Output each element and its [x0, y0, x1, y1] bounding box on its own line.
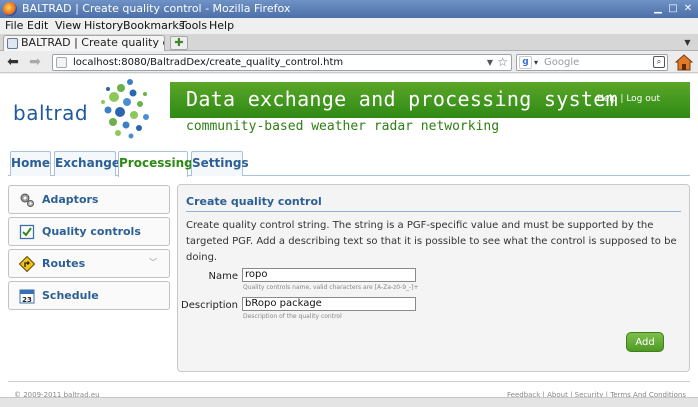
forward-arrow-icon[interactable]: ➡ — [26, 54, 44, 70]
create-quality-control-panel: Create quality control Create quality co… — [177, 184, 690, 372]
search-placeholder[interactable]: Google — [544, 56, 579, 70]
search-go-icon[interactable]: ⌕ — [653, 56, 665, 68]
history-dropdown-icon[interactable]: ▼ — [487, 56, 493, 70]
header-links: Help | Log out — [597, 92, 660, 106]
checkbox-icon — [19, 224, 35, 240]
calendar-icon: 23 — [19, 289, 35, 304]
sidebar-item-quality-controls[interactable]: Quality controls — [8, 217, 170, 246]
menu-help[interactable]: Help — [209, 19, 234, 33]
logout-link[interactable]: Log out — [626, 94, 660, 104]
search-bar[interactable]: g ▾ Google ⌕ — [516, 54, 668, 71]
panel-heading: Create quality control — [186, 195, 681, 212]
sidebar-item-adaptors[interactable]: Adaptors — [8, 185, 170, 214]
menu-file[interactable]: File — [5, 19, 23, 33]
minimize-icon[interactable]: ▁ — [652, 3, 664, 15]
back-arrow-icon[interactable]: ⬅ — [4, 54, 22, 70]
sidebar-item-routes[interactable]: Routes ﹀ — [8, 249, 170, 278]
description-field[interactable]: bRopo package — [242, 297, 416, 311]
panel-description: Create quality control string. The strin… — [186, 220, 677, 263]
menu-edit[interactable]: Edit — [27, 19, 48, 33]
banner-title: Data exchange and processing system — [186, 87, 618, 111]
chevron-down-icon[interactable]: ﹀ — [149, 257, 157, 268]
page-favicon-icon — [7, 38, 18, 49]
maximize-icon[interactable]: □ — [667, 3, 679, 15]
description-label: Description — [181, 300, 238, 311]
sidebar-item-label: Quality controls — [42, 225, 141, 238]
web-page: baltrad Data exchange and processing sys… — [0, 74, 698, 407]
bookmark-star-icon[interactable]: ☆ — [497, 55, 508, 70]
name-field[interactable]: ropo — [242, 268, 416, 282]
navigation-toolbar: ⬅ ➡ localhost:8080/BaltradDex/create_qua… — [0, 52, 698, 73]
firefox-icon — [3, 2, 17, 16]
name-hint: Quality controls name, valid characters … — [243, 284, 419, 291]
menu-view[interactable]: View — [55, 19, 81, 33]
sidebar-item-label: Adaptors — [42, 193, 99, 206]
close-icon[interactable]: ✕ — [682, 3, 694, 15]
tab-processing[interactable]: Processing — [118, 151, 193, 177]
google-engine-icon[interactable]: g — [519, 56, 532, 69]
address-url[interactable]: localhost:8080/BaltradDex/create_quality… — [73, 56, 343, 70]
menu-tools[interactable]: Tools — [180, 19, 207, 33]
name-label: Name — [208, 271, 238, 282]
tagline: community-based weather radar networking — [186, 119, 500, 134]
site-identity-icon[interactable] — [56, 57, 67, 68]
address-bar[interactable]: localhost:8080/BaltradDex/create_quality… — [52, 54, 512, 71]
new-tab-button[interactable]: ✚ — [170, 36, 188, 50]
browser-tab[interactable]: BALTRAD | Create quality control — [3, 35, 165, 51]
description-hint: Description of the quality control — [243, 313, 342, 320]
tab-settings[interactable]: Settings — [191, 151, 249, 176]
home-icon[interactable] — [675, 54, 693, 71]
sidebar-item-label: Schedule — [42, 289, 99, 302]
logo-text: baltrad — [13, 101, 89, 125]
tab-exchange[interactable]: Exchange — [54, 151, 120, 176]
sidebar-item-label: Routes — [42, 257, 86, 270]
main-tabs: Home Exchange Processing Settings — [8, 151, 690, 177]
tab-list-icon[interactable]: ▼ — [681, 36, 694, 49]
menu-bar: File Edit View History Bookmarks Tools H… — [0, 18, 698, 34]
window-title-bar: BALTRAD | Create quality control - Mozil… — [0, 0, 698, 18]
page-footer: © 2009-2011 baltrad.eu Feedback | About … — [8, 381, 690, 399]
link-separator: | — [620, 94, 624, 104]
baltrad-logo[interactable]: baltrad — [0, 74, 170, 148]
menu-history[interactable]: History — [84, 19, 123, 33]
tab-home[interactable]: Home — [10, 151, 51, 176]
browser-tab-title: BALTRAD | Create quality control — [21, 36, 164, 49]
search-engine-dropdown-icon[interactable]: ▾ — [534, 56, 538, 70]
header-banner: Data exchange and processing system Help… — [170, 82, 690, 118]
calendar-day: 23 — [22, 296, 32, 304]
help-link[interactable]: Help — [597, 94, 618, 104]
gears-icon — [20, 193, 34, 207]
sidebar-item-schedule[interactable]: 23 Schedule — [8, 281, 170, 310]
route-sign-icon — [19, 256, 35, 272]
window-title: BALTRAD | Create quality control - Mozil… — [22, 2, 291, 15]
browser-tab-strip: BALTRAD | Create quality control ✚ ▼ — [0, 34, 698, 51]
menu-bookmarks[interactable]: Bookmarks — [123, 19, 184, 33]
add-button[interactable]: Add — [626, 332, 664, 352]
status-bar — [0, 397, 698, 407]
